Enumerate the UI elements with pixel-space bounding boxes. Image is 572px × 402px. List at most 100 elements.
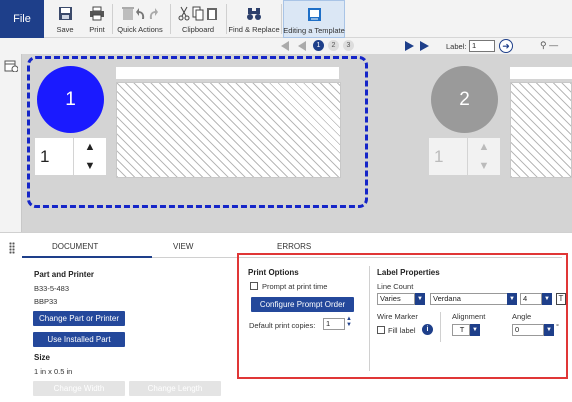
copy-icon [192, 6, 204, 21]
change-part-button[interactable]: Change Part or Printer [33, 311, 125, 326]
printer-name: BBP33 [34, 297, 58, 306]
label-caption: Label: [446, 42, 467, 51]
chevron-down-icon[interactable]: ▼ [468, 157, 500, 176]
next-page-icon[interactable] [405, 41, 414, 51]
use-installed-part-button[interactable]: Use Installed Part [33, 332, 125, 347]
chevron-down-icon[interactable]: ▼ [74, 157, 106, 176]
prev-page-icon[interactable] [298, 41, 306, 51]
chevron-down-icon[interactable]: ▼ [507, 293, 517, 305]
configure-prompt-order-button[interactable]: Configure Prompt Order [251, 297, 354, 312]
binoculars-icon [246, 5, 262, 22]
quick-actions-label: Quick Actions [117, 25, 163, 34]
last-page-icon[interactable] [420, 41, 429, 51]
print-label: Print [89, 25, 105, 34]
label-1-quantity-stepper[interactable]: ▲ ▼ [74, 138, 106, 175]
label-2-quantity-field[interactable]: 1 [429, 138, 467, 175]
angle-label: Angle [512, 312, 532, 321]
label-canvas: 1 1 ▲ ▼ 2 1 ▲ ▼ [0, 54, 572, 232]
editing-template-button[interactable]: Editing a Template [283, 0, 345, 38]
prompt-at-print-label: Prompt at print time [262, 282, 328, 291]
label-2-quantity-stepper[interactable]: ▲ ▼ [468, 138, 500, 175]
print-button[interactable]: Print [84, 0, 110, 38]
zoom-icon[interactable]: ⚲ — [540, 40, 558, 51]
alignment-label: Alignment [452, 312, 486, 321]
redo-icon [149, 8, 158, 19]
save-button[interactable]: Save [52, 0, 78, 38]
paste-icon [207, 8, 217, 20]
editing-template-label: Editing a Template [283, 26, 345, 35]
label-1-content-area[interactable] [116, 82, 341, 178]
cut-icon [178, 6, 190, 21]
undo-icon [136, 8, 145, 19]
page-2-button[interactable]: 2 [328, 40, 339, 51]
save-icon [58, 5, 73, 22]
chevron-down-icon[interactable]: ▼ [544, 324, 554, 336]
angle-select[interactable]: 0 [512, 324, 544, 336]
default-copies-input[interactable]: 1 [323, 318, 345, 330]
chevron-down-icon[interactable]: ▼ [415, 293, 425, 305]
drag-grip-icon[interactable] [9, 242, 15, 254]
template-icon [307, 6, 322, 23]
label-properties-heading: Label Properties [377, 268, 440, 277]
printer-icon [89, 5, 105, 22]
canvas-side-toolbar [0, 54, 22, 232]
info-icon[interactable]: i [422, 324, 433, 335]
section-divider [440, 312, 441, 342]
line-count-select[interactable]: Varies [377, 293, 415, 305]
chevron-down-icon[interactable]: ▼ [542, 293, 552, 305]
ribbon-separator [281, 4, 282, 34]
save-label: Save [56, 25, 74, 34]
calendar-icon[interactable] [4, 58, 18, 72]
label-1-quantity-field[interactable]: 1 [35, 138, 73, 175]
default-copies-label: Default print copies: [249, 321, 316, 330]
active-tab-indicator [22, 256, 152, 258]
prompt-at-print-checkbox[interactable] [250, 282, 258, 290]
find-replace-button[interactable]: Find & Replace [228, 0, 280, 38]
label-2-badge: 2 [431, 66, 498, 133]
text-format-icon[interactable]: T [556, 293, 566, 305]
ribbon-separator [112, 4, 113, 34]
change-length-button[interactable]: Change Length [129, 381, 221, 396]
clipboard-group[interactable]: Clipboard [172, 0, 224, 38]
font-size-select[interactable]: 4 [520, 293, 542, 305]
label-navigation-bar: 1 2 3 Label: 1 ➜ ⚲ — [0, 38, 572, 54]
alignment-select[interactable]: T [452, 324, 470, 336]
file-menu-button[interactable]: File [0, 0, 44, 38]
fill-label-text: Fill label [388, 326, 416, 335]
ribbon: File Save Print Quick Actions Clipboard [0, 0, 572, 38]
page-1-button[interactable]: 1 [313, 40, 324, 51]
font-select[interactable]: Verdana [430, 293, 514, 305]
size-heading: Size [34, 353, 51, 362]
page-3-button[interactable]: 3 [343, 40, 354, 51]
chevron-up-icon[interactable]: ▲ [74, 138, 106, 157]
label-number-input[interactable]: 1 [469, 40, 495, 52]
first-page-icon[interactable] [281, 41, 289, 51]
line-count-label: Line Count [377, 282, 414, 291]
part-printer-heading: Part and Printer [34, 270, 95, 279]
tab-errors[interactable]: ERRORS [277, 242, 311, 251]
go-arrow-icon[interactable]: ➜ [499, 39, 513, 53]
change-width-button[interactable]: Change Width [33, 381, 125, 396]
part-number: B33-5-483 [34, 284, 70, 293]
tab-view[interactable]: VIEW [173, 242, 193, 251]
trash-icon [122, 7, 134, 20]
label-1-badge: 1 [37, 66, 104, 133]
clipboard-label: Clipboard [181, 25, 215, 34]
ribbon-separator [170, 4, 171, 34]
label-2-content-area[interactable] [510, 82, 572, 178]
tab-document[interactable]: DOCUMENT [52, 242, 98, 251]
quick-actions-group[interactable]: Quick Actions [114, 0, 166, 38]
label-1-top-line [116, 67, 339, 79]
fill-label-checkbox[interactable] [377, 326, 385, 334]
label-2-top-line [510, 67, 572, 79]
size-value: 1 in x 0.5 in [34, 367, 73, 376]
ribbon-separator [226, 4, 227, 34]
print-options-heading: Print Options [248, 268, 299, 277]
chevron-up-icon[interactable]: ▲ [468, 138, 500, 157]
wire-marker-label: Wire Marker [377, 312, 418, 321]
copies-stepper-icon[interactable]: ▲ ▼ [346, 316, 352, 328]
section-divider [369, 266, 370, 371]
find-replace-label: Find & Replace [228, 25, 280, 34]
degree-symbol: ° [556, 322, 559, 331]
chevron-down-icon[interactable]: ▼ [470, 324, 480, 336]
